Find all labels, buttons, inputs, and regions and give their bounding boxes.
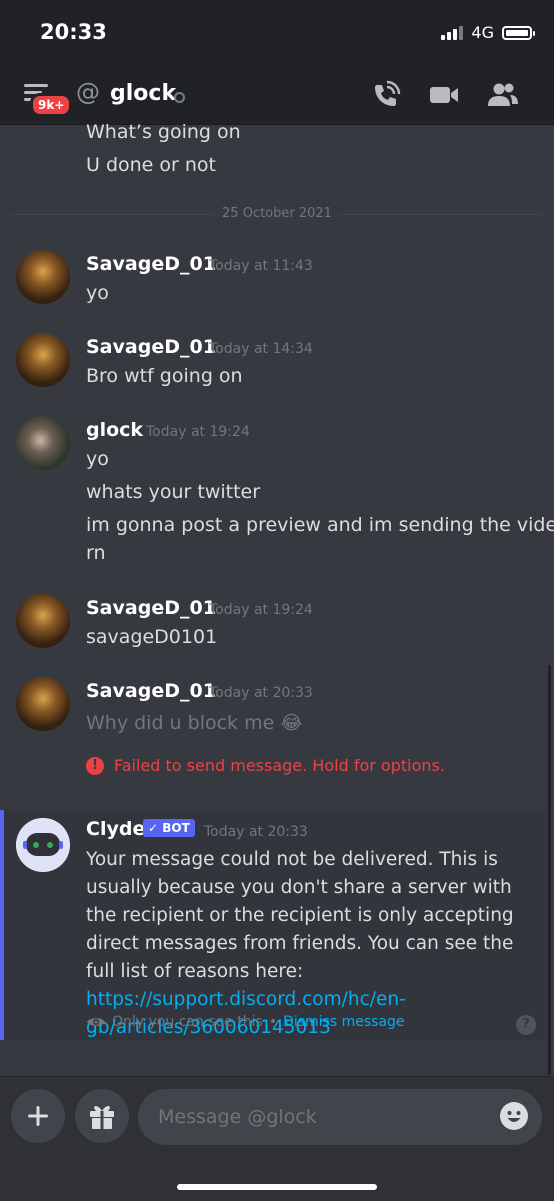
- message-text: im gonna post a preview and im sending t…: [86, 514, 554, 536]
- members-icon[interactable]: [486, 78, 520, 112]
- home-indicator[interactable]: [177, 1184, 377, 1190]
- emoji-button[interactable]: [500, 1102, 528, 1130]
- plus-icon: [28, 1106, 48, 1126]
- clyde-message-text: Your message could not be delivered. Thi…: [86, 846, 546, 1042]
- video-icon[interactable]: [427, 78, 461, 112]
- avatar[interactable]: [16, 250, 70, 304]
- timestamp: Today at 20:33: [209, 685, 313, 701]
- message-text: rn: [86, 542, 106, 564]
- scrollbar[interactable]: [548, 665, 551, 1075]
- message-text: savageD0101: [86, 626, 218, 648]
- username[interactable]: SavageD_01: [86, 253, 216, 275]
- help-icon[interactable]: ?: [516, 1015, 536, 1035]
- send-error[interactable]: ! Failed to send message. Hold for optio…: [86, 756, 445, 775]
- channel-header: 9k+ @ glock: [0, 64, 554, 125]
- status-time: 20:33: [40, 20, 107, 44]
- add-attachment-button[interactable]: [11, 1089, 65, 1143]
- avatar[interactable]: [16, 594, 70, 648]
- username[interactable]: SavageD_01: [86, 336, 216, 358]
- separator: •: [268, 1014, 278, 1030]
- avatar[interactable]: [16, 677, 70, 731]
- message-text: whats your twitter: [86, 481, 261, 503]
- date-divider: 25 October 2021: [0, 206, 554, 221]
- eye-icon: [87, 1018, 105, 1026]
- avatar[interactable]: [16, 416, 70, 470]
- error-icon: !: [86, 756, 104, 775]
- status-bar: 20:33 4G: [0, 0, 554, 64]
- emoji-icon: [501, 1103, 527, 1129]
- error-text: Failed to send message. Hold for options…: [114, 756, 445, 775]
- clyde-avatar[interactable]: [16, 818, 70, 872]
- timestamp: Today at 19:24: [209, 602, 313, 618]
- bot-tag: ✓ BOT: [143, 819, 195, 837]
- timestamp: Today at 11:43: [209, 258, 313, 274]
- message-text: yo: [86, 448, 109, 470]
- battery-icon: [502, 25, 535, 40]
- signal-icon: [441, 25, 464, 40]
- message-text: U done or not: [86, 154, 216, 176]
- status-offline-icon: [174, 92, 185, 103]
- username[interactable]: glock: [86, 419, 143, 441]
- status-indicators: 4G: [441, 23, 535, 42]
- message-text: Bro wtf going on: [86, 365, 243, 387]
- username[interactable]: SavageD_01: [86, 680, 216, 702]
- at-icon: @: [76, 78, 100, 106]
- unread-badge: 9k+: [30, 93, 73, 117]
- message-text: What’s going on: [86, 121, 241, 143]
- channel-name[interactable]: glock: [110, 81, 176, 106]
- failed-message-text[interactable]: Why did u block me 😂: [86, 712, 303, 734]
- message-text: yo: [86, 282, 109, 304]
- network-label: 4G: [471, 23, 494, 42]
- clyde-username[interactable]: Clyde: [86, 818, 145, 840]
- timestamp: Today at 19:24: [146, 424, 250, 440]
- gift-icon: [90, 1106, 114, 1129]
- call-icon[interactable]: [368, 78, 402, 112]
- timestamp: Today at 14:34: [209, 341, 313, 357]
- timestamp: Today at 20:33: [204, 824, 308, 840]
- dismiss-message-link[interactable]: Dismiss message: [283, 1014, 404, 1030]
- avatar[interactable]: [16, 333, 70, 387]
- username[interactable]: SavageD_01: [86, 597, 216, 619]
- only-you-text: Only you can see this: [112, 1014, 263, 1030]
- gift-button[interactable]: [75, 1089, 129, 1143]
- clyde-text-body: Your message could not be delivered. Thi…: [86, 849, 514, 982]
- ephemeral-notice: Only you can see this • Dismiss message: [86, 1014, 405, 1030]
- message-input[interactable]: [138, 1089, 542, 1145]
